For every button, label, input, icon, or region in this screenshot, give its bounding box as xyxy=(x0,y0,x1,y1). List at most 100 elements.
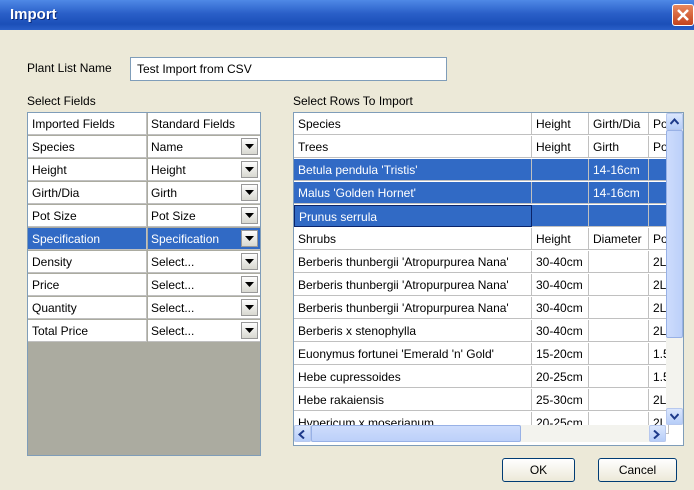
dropdown-button[interactable] xyxy=(241,184,258,201)
standard-field-value: Pot Size xyxy=(151,209,196,223)
row-cell-height[interactable]: 30-40cm xyxy=(532,274,589,296)
horizontal-scroll-thumb[interactable] xyxy=(311,425,521,442)
window-title: Import xyxy=(10,6,57,23)
scroll-left-button[interactable] xyxy=(294,425,311,442)
column-header-species[interactable]: Species xyxy=(294,113,532,135)
column-header-girth-dia[interactable]: Girth/Dia xyxy=(589,113,649,135)
dropdown-button[interactable] xyxy=(241,299,258,316)
row-cell[interactable] xyxy=(532,205,589,227)
chevron-down-icon xyxy=(670,413,679,420)
select-fields-label: Select Fields xyxy=(27,94,96,108)
row-cell-height[interactable]: 30-40cm xyxy=(532,251,589,273)
chevron-down-icon xyxy=(245,167,254,172)
standard-field-value: Select... xyxy=(151,301,195,315)
row-cell-height[interactable]: Height xyxy=(532,228,589,250)
ok-button[interactable]: OK xyxy=(502,458,575,482)
vertical-scrollbar[interactable] xyxy=(666,113,683,425)
row-cell-species[interactable]: Berberis x stenophylla xyxy=(294,320,532,342)
scroll-up-button[interactable] xyxy=(666,113,683,130)
imported-field-cell: Pot Size xyxy=(28,205,147,227)
chevron-down-icon xyxy=(245,144,254,149)
row-cell-species[interactable]: Berberis thunbergii 'Atropurpurea Nana' xyxy=(294,274,532,296)
field-row[interactable]: Pot Size Pot Size xyxy=(28,205,260,228)
rows-grid: Species Height Girth/Dia Po Trees Height Girth… xyxy=(293,112,684,446)
field-row[interactable]: Quantity Select... xyxy=(28,297,260,320)
imported-field-cell: Quantity xyxy=(28,297,147,319)
field-row[interactable]: Girth/Dia Girth xyxy=(28,182,260,205)
field-row[interactable]: Specification Specification xyxy=(28,228,260,251)
scroll-down-button[interactable] xyxy=(666,408,683,425)
row-cell-species[interactable]: Trees xyxy=(294,136,532,158)
row-cell-girth[interactable] xyxy=(589,251,649,273)
row-cell-girth[interactable] xyxy=(589,343,649,365)
field-row[interactable]: Density Select... xyxy=(28,251,260,274)
row-cell-height[interactable]: 30-40cm xyxy=(532,320,589,342)
field-row[interactable]: Height Height xyxy=(28,159,260,182)
dropdown-button[interactable] xyxy=(241,253,258,270)
imported-field-cell: Specification xyxy=(28,228,147,250)
standard-field-value: Specification xyxy=(151,232,220,246)
row-cell-girth[interactable]: Diameter xyxy=(589,228,649,250)
row-cell[interactable] xyxy=(589,205,649,227)
plant-list-name-label: Plant List Name xyxy=(27,61,112,75)
row-cell-height[interactable] xyxy=(532,182,589,204)
title-bar[interactable]: Import xyxy=(0,0,694,30)
row-cell-girth[interactable] xyxy=(589,297,649,319)
row-cell-girth[interactable]: 14-16cm xyxy=(589,159,649,181)
row-cell-girth[interactable]: Girth xyxy=(589,136,649,158)
imported-field-cell: Girth/Dia xyxy=(28,182,147,204)
field-mapping-grid: Imported Fields Standard Fields Species Nam… xyxy=(27,112,261,456)
dropdown-button[interactable] xyxy=(241,138,258,155)
close-button[interactable] xyxy=(672,4,694,26)
chevron-down-icon xyxy=(245,328,254,333)
row-cell-species[interactable]: Berberis thunbergii 'Atropurpurea Nana' xyxy=(294,251,532,273)
vertical-scroll-thumb[interactable] xyxy=(666,130,683,338)
chevron-down-icon xyxy=(245,259,254,264)
row-cell-species[interactable]: Hebe cupressoides xyxy=(294,366,532,388)
row-cell-species[interactable]: Berberis thunbergii 'Atropurpurea Nana' xyxy=(294,297,532,319)
row-cell-height[interactable]: 15-20cm xyxy=(532,343,589,365)
column-header-imported-fields[interactable]: Imported Fields xyxy=(28,113,147,135)
chevron-down-icon xyxy=(245,190,254,195)
column-header-height[interactable]: Height xyxy=(532,113,589,135)
select-rows-label: Select Rows To Import xyxy=(293,94,413,108)
row-cell-girth[interactable] xyxy=(589,274,649,296)
field-row[interactable]: Price Select... xyxy=(28,274,260,297)
row-cell-species[interactable]: Shrubs xyxy=(294,228,532,250)
standard-field-value: Name xyxy=(151,140,184,154)
row-cell-height[interactable]: 30-40cm xyxy=(532,297,589,319)
dropdown-button[interactable] xyxy=(241,276,258,293)
row-cell-height[interactable]: Height xyxy=(532,136,589,158)
row-cell-height[interactable] xyxy=(532,159,589,181)
dropdown-button[interactable] xyxy=(241,207,258,224)
row-cell-girth[interactable] xyxy=(589,320,649,342)
chevron-right-icon xyxy=(653,430,660,439)
cancel-button[interactable]: Cancel xyxy=(598,458,677,482)
field-grid-header: Imported Fields Standard Fields xyxy=(28,113,260,136)
row-cell-species[interactable]: Betula pendula 'Tristis' xyxy=(294,159,532,181)
row-cell-height[interactable]: 25-30cm xyxy=(532,389,589,411)
row-cell-species[interactable]: Hebe rakaiensis xyxy=(294,389,532,411)
standard-field-value: Select... xyxy=(151,324,195,338)
column-header-standard-fields[interactable]: Standard Fields xyxy=(148,113,260,135)
dropdown-button[interactable] xyxy=(241,230,258,247)
dropdown-button[interactable] xyxy=(241,322,258,339)
horizontal-scrollbar[interactable] xyxy=(294,425,666,442)
row-cell-girth[interactable] xyxy=(589,389,649,411)
scroll-right-button[interactable] xyxy=(649,425,666,442)
chevron-down-icon xyxy=(245,282,254,287)
row-cell-species[interactable]: Prunus serrula xyxy=(294,205,532,227)
row-cell-girth[interactable] xyxy=(589,366,649,388)
standard-field-value: Select... xyxy=(151,255,195,269)
dropdown-button[interactable] xyxy=(241,161,258,178)
row-cell-girth[interactable]: 14-16cm xyxy=(589,182,649,204)
field-row[interactable]: Total Price Select... xyxy=(28,320,260,343)
plant-list-name-input[interactable]: Test Import from CSV xyxy=(130,57,447,81)
imported-field-cell: Density xyxy=(28,251,147,273)
row-cell-height[interactable]: 20-25cm xyxy=(532,366,589,388)
row-cell-species[interactable]: Euonymus fortunei 'Emerald 'n' Gold' xyxy=(294,343,532,365)
field-row[interactable]: Species Name xyxy=(28,136,260,159)
row-cell-species[interactable]: Malus 'Golden Hornet' xyxy=(294,182,532,204)
imported-field-cell: Height xyxy=(28,159,147,181)
chevron-left-icon xyxy=(298,430,305,439)
